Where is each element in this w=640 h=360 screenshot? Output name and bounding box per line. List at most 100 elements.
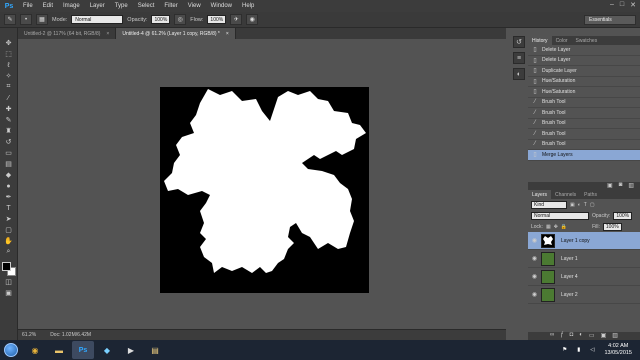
eye-icon[interactable]: ◉	[528, 237, 541, 244]
dodge-tool-icon[interactable]: ●	[3, 181, 15, 191]
history-state[interactable]: ⁄ Brush Tool	[528, 140, 640, 150]
tab-swatches[interactable]: Swatches	[572, 36, 602, 45]
video-taskbar-icon[interactable]: ▶	[120, 341, 142, 359]
pressure-size-icon[interactable]: ◉	[246, 14, 259, 25]
lasso-tool-icon[interactable]: ℓ	[3, 60, 15, 70]
tab-layers[interactable]: Layers	[528, 190, 552, 199]
volume-icon[interactable]: ◁	[590, 347, 594, 353]
adjustments-panel-icon[interactable]: ◐	[513, 68, 525, 80]
type-tool-icon[interactable]: T	[3, 203, 15, 213]
menu-help[interactable]: Help	[237, 3, 259, 9]
workspace-switcher[interactable]: Essentials	[584, 15, 636, 25]
blend-mode-select[interactable]: Normal	[531, 211, 589, 220]
brush-size-picker-icon[interactable]: •	[20, 14, 32, 25]
crop-tool-icon[interactable]: ⌗	[3, 82, 15, 92]
menu-view[interactable]: View	[183, 3, 206, 9]
trash-icon[interactable]: ▥	[628, 182, 634, 190]
eye-icon[interactable]: ◉	[528, 255, 541, 262]
filter-pixel-icon[interactable]: ▣	[570, 202, 575, 208]
mode-select[interactable]: Normal	[71, 15, 124, 24]
stamp-tool-icon[interactable]: ♜	[3, 126, 15, 136]
document-canvas[interactable]	[160, 87, 369, 293]
brush-tool-icon[interactable]: ✎	[3, 115, 15, 125]
menu-window[interactable]: Window	[206, 3, 237, 9]
group-icon[interactable]: ▭	[589, 332, 595, 340]
pressure-opacity-icon[interactable]: ◎	[174, 14, 187, 25]
gradient-tool-icon[interactable]: ▤	[3, 159, 15, 169]
quick-mask-icon[interactable]: ◫	[3, 277, 15, 287]
menu-filter[interactable]: Filter	[159, 3, 182, 9]
menu-type[interactable]: Type	[110, 3, 133, 9]
menu-select[interactable]: Select	[133, 3, 160, 9]
layer-opacity-field[interactable]: 100%	[613, 211, 633, 220]
move-tool-icon[interactable]: ✥	[3, 38, 15, 48]
tab-paths[interactable]: Paths	[580, 190, 601, 199]
minimize-button[interactable]: –	[610, 1, 614, 9]
history-panel-icon[interactable]: ↺	[513, 36, 525, 48]
eraser-tool-icon[interactable]: ▭	[3, 148, 15, 158]
layer-kind-filter[interactable]: Kind	[531, 200, 567, 209]
tab-color[interactable]: Color	[552, 36, 572, 45]
maximize-button[interactable]: □	[620, 1, 624, 9]
chrome-taskbar-icon[interactable]: ◉	[24, 341, 46, 359]
opacity-field[interactable]: 100%	[151, 15, 171, 24]
tab-close-icon[interactable]: ×	[226, 31, 229, 37]
tab-channels[interactable]: Channels	[551, 190, 580, 199]
airbrush-icon[interactable]: ✈	[230, 14, 243, 25]
healing-tool-icon[interactable]: ✚	[3, 104, 15, 114]
layer-row[interactable]: ◉ Layer 2	[528, 286, 640, 304]
layer-name[interactable]: Layer 1 copy	[561, 238, 590, 244]
history-state[interactable]: ▯ Delete Layer	[528, 45, 640, 56]
properties-panel-icon[interactable]: ≡	[513, 52, 525, 64]
tab-untitled-4[interactable]: Untitled-4 @ 61.2% (Layer 1 copy, RGB/8)…	[116, 28, 236, 39]
photoshop-taskbar-icon[interactable]: Ps	[72, 341, 94, 359]
layer-fill-field[interactable]: 100%	[602, 222, 622, 231]
layer-row-selected[interactable]: ◉ Layer 1 copy	[528, 232, 640, 250]
eye-icon[interactable]: ◉	[528, 291, 541, 298]
flow-field[interactable]: 100%	[207, 15, 227, 24]
history-state[interactable]: ▯ Delete Layer	[528, 56, 640, 66]
history-brush-tool-icon[interactable]: ↺	[3, 137, 15, 147]
quick-select-tool-icon[interactable]: ✧	[3, 71, 15, 81]
start-button[interactable]	[0, 340, 22, 360]
flag-icon[interactable]: ⚑	[562, 347, 567, 353]
zoom-tool-icon[interactable]: ⌕	[3, 247, 15, 257]
history-state[interactable]: ⁄ Brush Tool	[528, 98, 640, 108]
blur-tool-icon[interactable]: ◆	[3, 170, 15, 180]
lock-pixels-icon[interactable]: ▦	[546, 224, 551, 230]
filter-type-icon[interactable]: T	[584, 202, 587, 208]
tab-close-icon[interactable]: ×	[106, 31, 109, 37]
history-state[interactable]: ⁄ Brush Tool	[528, 129, 640, 140]
layer-name[interactable]: Layer 2	[561, 292, 578, 298]
hand-tool-icon[interactable]: ✋	[3, 236, 15, 246]
new-document-from-state-icon[interactable]: ▣	[607, 182, 613, 190]
filter-shape-icon[interactable]: ▢	[590, 202, 595, 208]
brush-panel-toggle-icon[interactable]: ▦	[36, 14, 48, 25]
menu-layer[interactable]: Layer	[85, 3, 110, 9]
layer-name[interactable]: Layer 4	[561, 274, 578, 280]
pen-tool-icon[interactable]: ✒	[3, 192, 15, 202]
app-taskbar-icon[interactable]: ◆	[96, 341, 118, 359]
explorer-taskbar-icon[interactable]: ▤	[144, 341, 166, 359]
menu-file[interactable]: File	[18, 3, 38, 9]
new-layer-icon[interactable]: ▣	[601, 332, 607, 340]
eyedropper-tool-icon[interactable]: ⁄	[3, 93, 15, 103]
tab-untitled-2[interactable]: Untitled-2 @ 117% (64 bit, RGB/8) ×	[18, 28, 117, 39]
zoom-level[interactable]: 61.2%	[22, 332, 36, 338]
layer-row[interactable]: ◉ Layer 4	[528, 268, 640, 286]
layer-style-icon[interactable]: ƒ	[560, 332, 563, 340]
tab-history[interactable]: History	[528, 36, 552, 45]
path-select-tool-icon[interactable]: ➤	[3, 214, 15, 224]
close-button[interactable]: ✕	[630, 1, 636, 9]
filter-adjustment-icon[interactable]: ◐	[578, 202, 581, 208]
menu-edit[interactable]: Edit	[38, 3, 58, 9]
history-state[interactable]: ⁄ Brush Tool	[528, 119, 640, 129]
history-state[interactable]: ▯ Hue/Saturation	[528, 77, 640, 87]
clock[interactable]: 4:02 AM 13/05/2015	[604, 343, 632, 357]
document-size[interactable]: Doc: 1.02M/6.42M	[50, 332, 91, 338]
foreground-color-swatch[interactable]	[1, 262, 11, 271]
network-icon[interactable]: ▮	[577, 347, 580, 353]
history-state-selected[interactable]: ▯ Merge Layers	[528, 150, 640, 161]
history-state[interactable]: ▯ Duplicate Layer	[528, 66, 640, 77]
screen-mode-icon[interactable]: ▣	[3, 288, 15, 298]
